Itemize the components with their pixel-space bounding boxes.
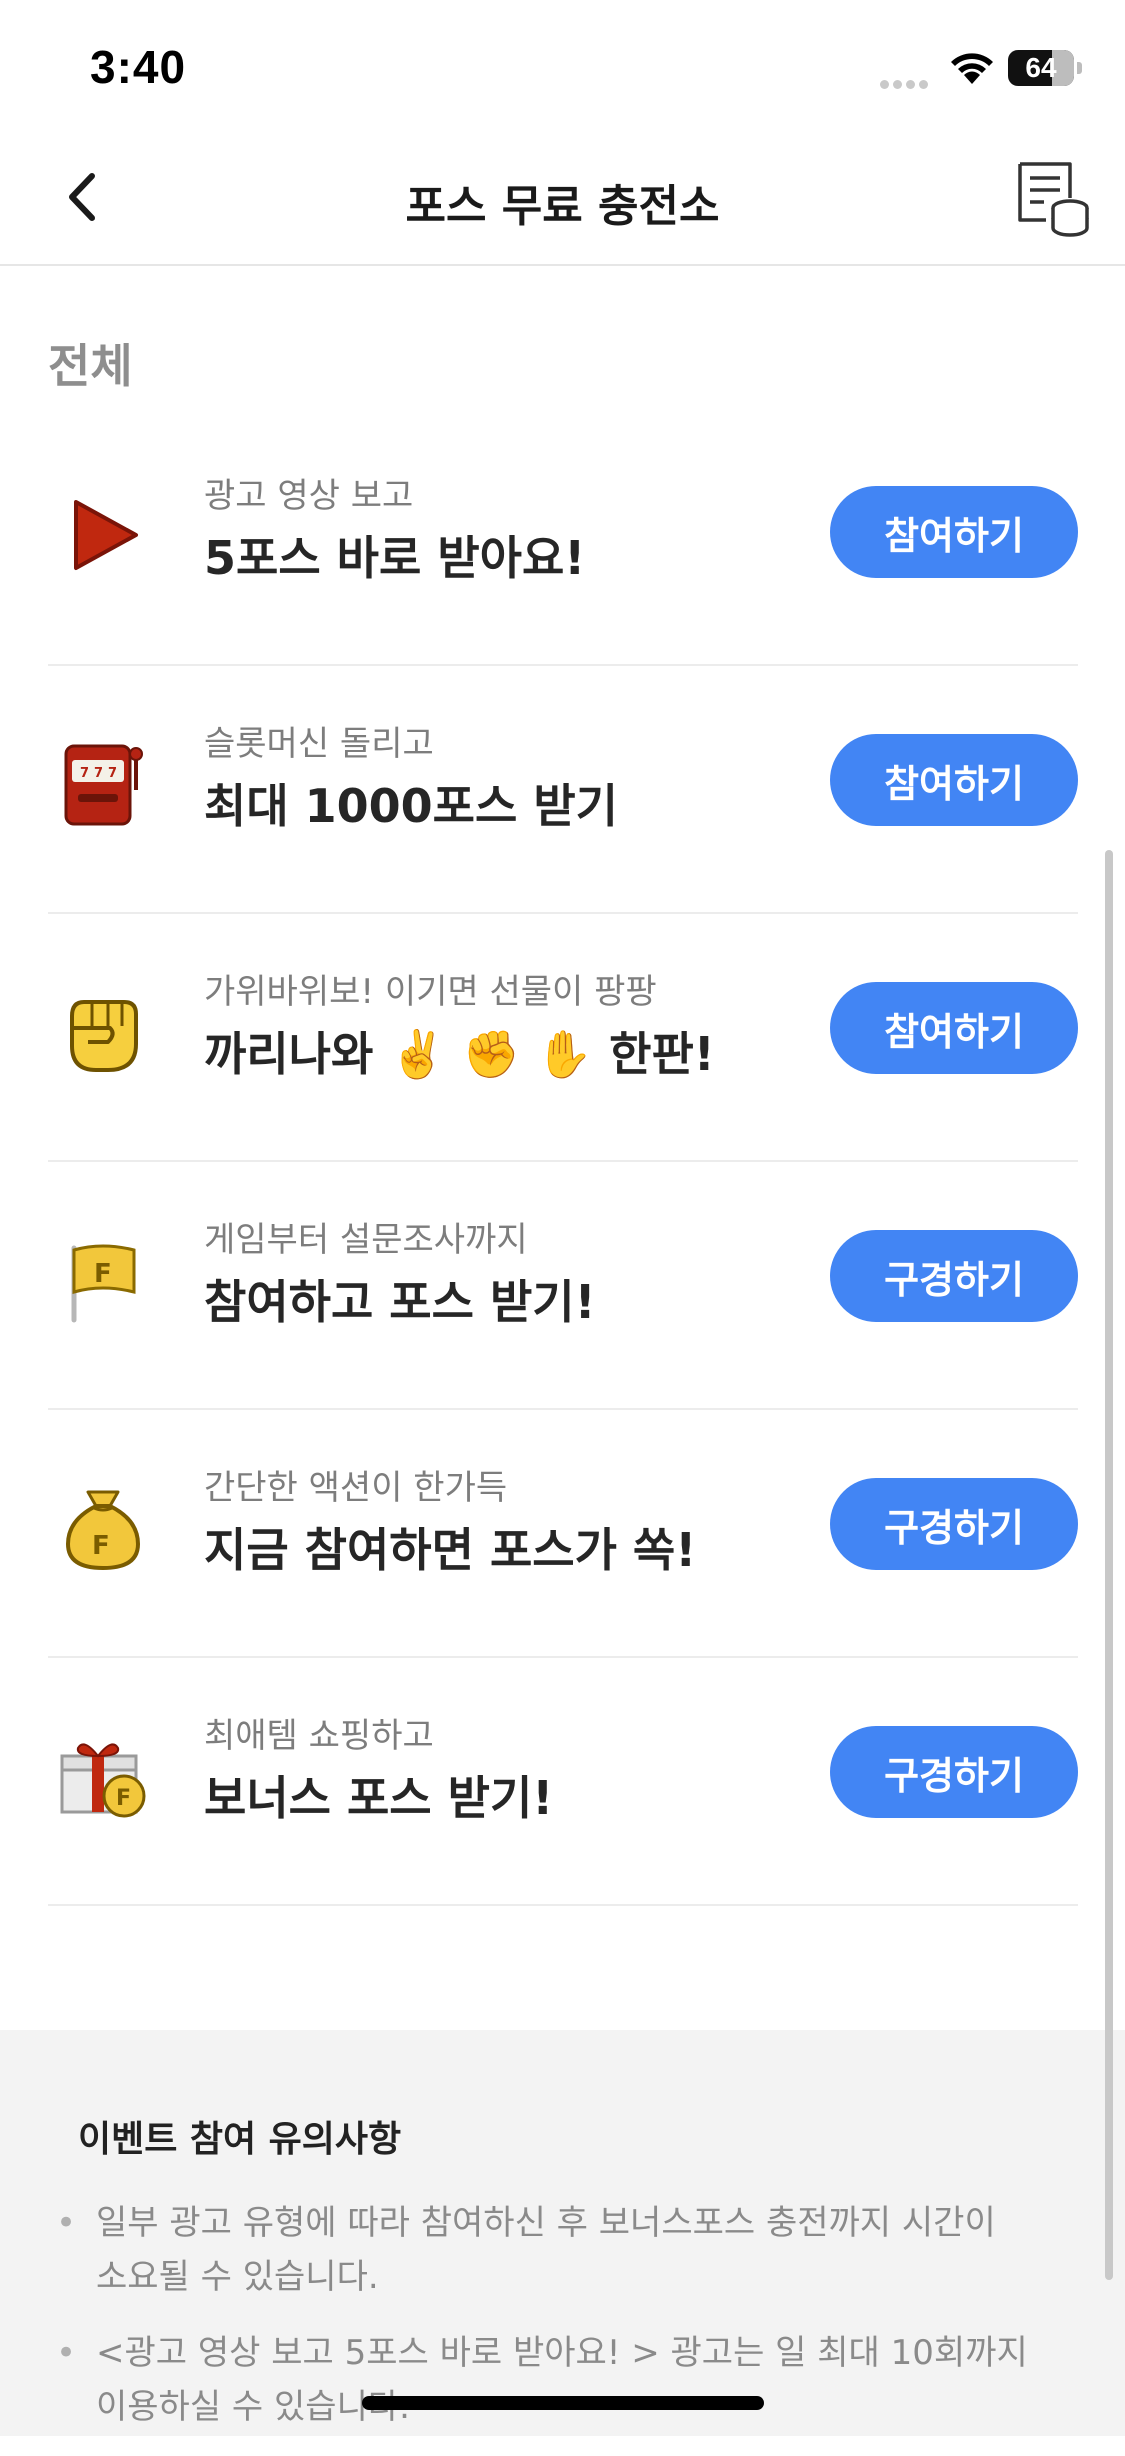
notice-item: 일부 광고 유형에 따라 참여하신 후 보너스포스 충전까지 시간이 소요될 수… — [56, 2196, 1036, 2304]
join-button[interactable]: 참여하기 — [830, 734, 1078, 826]
item-title: 까리나와 ✌️ ✊ ✋ 한판! — [204, 1027, 715, 1081]
list-item: 광고 영상 보고 5포스 바로 받아요! 참여하기 — [48, 420, 1078, 666]
join-button[interactable]: 참여하기 — [830, 486, 1078, 578]
item-title: 최대 1000포스 받기 — [204, 779, 618, 833]
gift-coin-icon: F — [60, 1743, 146, 1818]
money-bag-icon: F — [65, 1490, 141, 1571]
item-title: 지금 참여하면 포스가 쏙! — [204, 1523, 697, 1577]
play-icon — [74, 500, 138, 570]
list-item: F 최애템 쇼핑하고 보너스 포스 받기! 구경하기 — [48, 1660, 1078, 1906]
notice-list: 일부 광고 유형에 따라 참여하신 후 보너스포스 충전까지 시간이 소요될 수… — [56, 2196, 1036, 2456]
browse-button[interactable]: 구경하기 — [830, 1478, 1078, 1570]
item-subtitle: 간단한 액션이 한가득 — [204, 1468, 508, 1508]
nav-bar: 포스 무료 충전소 — [0, 132, 1125, 266]
notice-item: <광고 영상 보고 5포스 바로 받아요! > 광고는 일 최대 10회까지 이… — [56, 2326, 1036, 2434]
list-item: 7 7 7 슬롯머신 돌리고 최대 1000포스 받기 참여하기 — [48, 668, 1078, 914]
item-title: 보너스 포스 받기! — [204, 1771, 554, 1825]
battery-level: 64 — [1025, 52, 1057, 83]
reward-list: 광고 영상 보고 5포스 바로 받아요! 참여하기 7 7 7 슬롯머신 돌리고… — [48, 420, 1078, 1906]
item-subtitle: 슬롯머신 돌리고 — [204, 724, 434, 764]
svg-text:7: 7 — [80, 766, 89, 781]
svg-text:F: F — [116, 1786, 131, 1811]
slot-machine-icon: 7 7 7 — [64, 744, 143, 826]
battery-icon: 64 — [1008, 50, 1074, 86]
item-title: 참여하고 포스 받기! — [204, 1275, 596, 1329]
browse-button[interactable]: 구경하기 — [830, 1726, 1078, 1818]
scrollbar[interactable] — [1105, 850, 1113, 2280]
join-button[interactable]: 참여하기 — [830, 982, 1078, 1074]
home-indicator[interactable] — [362, 2396, 764, 2410]
svg-text:F: F — [94, 1259, 112, 1289]
list-item: F 간단한 액션이 한가득 지금 참여하면 포스가 쏙! 구경하기 — [48, 1412, 1078, 1658]
list-item: 가위바위보! 이기면 선물이 팡팡 까리나와 ✌️ ✊ ✋ 한판! 참여하기 — [48, 916, 1078, 1162]
svg-text:F: F — [92, 1531, 110, 1561]
page-title: 포스 무료 충전소 — [405, 181, 720, 232]
browse-button[interactable]: 구경하기 — [830, 1230, 1078, 1322]
item-subtitle: 최애템 쇼핑하고 — [204, 1716, 434, 1756]
fist-icon — [70, 1000, 138, 1072]
item-subtitle: 광고 영상 보고 — [204, 476, 414, 516]
wifi-icon — [951, 53, 993, 84]
status-bar: 3:40 64 — [0, 0, 1125, 132]
svg-text:7: 7 — [94, 766, 103, 781]
notice-title: 이벤트 참여 유의사항 — [78, 2119, 402, 2160]
svg-text:7: 7 — [108, 766, 117, 781]
item-subtitle: 게임부터 설문조사까지 — [204, 1220, 528, 1260]
list-item: F 게임부터 설문조사까지 참여하고 포스 받기! 구경하기 — [48, 1164, 1078, 1410]
cellular-signal-icon — [880, 74, 934, 89]
status-time: 3:40 — [90, 41, 187, 93]
receipt-coins-icon[interactable] — [1012, 158, 1092, 238]
item-subtitle: 가위바위보! 이기면 선물이 팡팡 — [204, 972, 657, 1012]
notice-section: 이벤트 참여 유의사항 일부 광고 유형에 따라 참여하신 후 보너스포스 충전… — [0, 2030, 1125, 2436]
item-title: 5포스 바로 받아요! — [204, 531, 586, 585]
flag-icon: F — [71, 1244, 136, 1323]
section-title: 전체 — [48, 339, 133, 393]
battery-cap — [1077, 62, 1082, 74]
